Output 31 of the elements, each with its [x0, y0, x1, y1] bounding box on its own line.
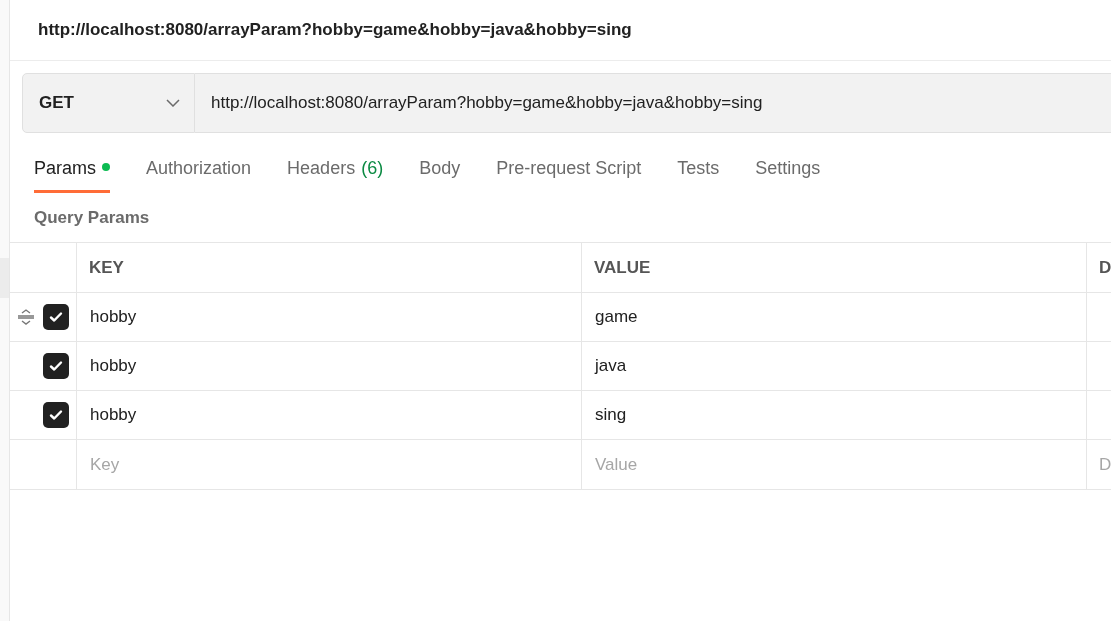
url-field[interactable]: http://localhost:8080/arrayParam?hobby=game&hobby=java&hobby=sing — [195, 73, 1111, 133]
column-header: D — [1099, 256, 1111, 279]
table-cell-text: game — [595, 306, 638, 329]
table-cell-text: java — [595, 355, 627, 378]
checkbox[interactable] — [43, 353, 69, 379]
checkbox[interactable] — [43, 304, 69, 330]
checkbox[interactable] — [43, 402, 69, 428]
checkmark-icon — [48, 309, 64, 325]
chevron-down-icon — [166, 99, 180, 107]
tab[interactable]: Params — [34, 155, 110, 193]
description-input[interactable]: D — [1087, 444, 1111, 485]
method-select[interactable]: GET — [22, 73, 195, 133]
table-cell-text: hobby — [90, 404, 137, 427]
checkmark-icon — [48, 358, 64, 374]
value-input[interactable]: Value — [585, 444, 1086, 485]
column-header: KEY — [89, 256, 124, 279]
drag-handle-icon[interactable] — [17, 309, 35, 325]
checkmark-icon — [48, 407, 64, 423]
request-title: http://localhost:8080/arrayParam?hobby=game&hobby=java&hobby=sing — [38, 19, 632, 42]
tab[interactable]: Settings — [755, 155, 821, 193]
section-title: Query Params — [34, 206, 150, 229]
tab[interactable]: Tests — [677, 155, 720, 193]
tab[interactable]: Headers (6) — [287, 155, 384, 193]
key-input[interactable]: Key — [80, 444, 581, 485]
table-cell-text: hobby — [90, 306, 137, 329]
column-header: VALUE — [594, 256, 651, 279]
tab[interactable]: Authorization — [146, 155, 252, 193]
table-cell-text: sing — [595, 404, 627, 427]
tab[interactable]: Pre-request Script — [496, 155, 642, 193]
table-cell-text: hobby — [90, 355, 137, 378]
tab[interactable]: Body — [419, 155, 461, 193]
